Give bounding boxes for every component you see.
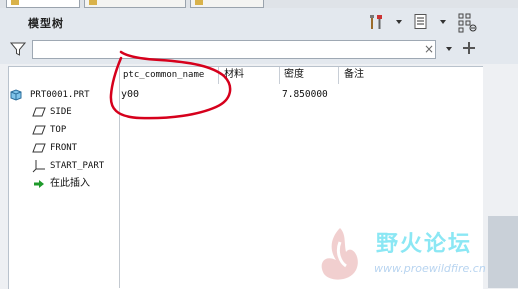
datum-plane-icon: [32, 107, 46, 117]
scrollbar-region[interactable]: [488, 216, 518, 288]
tree-item-top[interactable]: TOP: [32, 122, 118, 138]
tree-item-front[interactable]: FRONT: [32, 140, 118, 156]
part-icon: [10, 89, 22, 101]
settings-icon[interactable]: [368, 13, 386, 31]
column-separator[interactable]: [218, 67, 219, 84]
tree-filter-icon[interactable]: [458, 13, 477, 33]
watermark-logo: [321, 228, 358, 280]
show-icon[interactable]: [412, 13, 430, 31]
tree-item-side[interactable]: SIDE: [32, 104, 118, 120]
favorites-icon: [195, 0, 203, 5]
column-header-common-name[interactable]: ptc_common_name: [123, 66, 215, 84]
search-dropdown-arrow[interactable]: [446, 47, 452, 51]
tree-item-label: PRT0001.PRT: [30, 90, 90, 100]
cell-common-name[interactable]: y00: [121, 88, 139, 102]
tree-column-divider[interactable]: [119, 66, 120, 288]
add-column-icon[interactable]: [462, 41, 476, 55]
insert-here-icon: [34, 180, 44, 188]
tree-item-insert-here[interactable]: 在此插入: [32, 176, 118, 192]
column-header-density[interactable]: 密度: [284, 66, 334, 84]
settings-dropdown-arrow[interactable]: [396, 20, 402, 24]
datum-plane-icon: [32, 143, 46, 153]
tree-item-label: START_PART: [50, 161, 105, 171]
tree-item-label: 在此插入: [50, 178, 90, 189]
tree-item-root[interactable]: PRT0001.PRT: [10, 87, 118, 103]
watermark-text: 野火论坛: [376, 232, 473, 257]
tab-icon: [11, 0, 19, 5]
watermark-url: www.proewildfire.cn: [374, 262, 486, 275]
panel-title: 模型树: [28, 17, 64, 30]
column-header-notes[interactable]: 备注: [344, 66, 394, 84]
tree-item-start-part[interactable]: START_PART: [32, 158, 118, 174]
clear-search-icon[interactable]: ×: [424, 42, 434, 56]
tree-item-label: FRONT: [50, 143, 78, 153]
tree-item-label: TOP: [50, 125, 67, 135]
tab-favorites[interactable]: [190, 0, 264, 8]
datum-plane-icon: [32, 125, 46, 135]
column-header-material[interactable]: 材料: [224, 66, 274, 84]
column-separator[interactable]: [338, 67, 339, 84]
cell-density[interactable]: 7.850000: [282, 88, 328, 102]
tab-folder-browser[interactable]: [84, 0, 186, 8]
search-input[interactable]: [32, 40, 436, 59]
tab-strip: [0, 0, 518, 8]
filter-icon[interactable]: [9, 41, 27, 57]
column-separator[interactable]: [279, 67, 280, 84]
coordinate-system-icon: [32, 160, 45, 173]
show-dropdown-arrow[interactable]: [440, 20, 446, 24]
folder-icon: [89, 0, 97, 5]
tab-model-tree[interactable]: [6, 0, 80, 8]
tree-item-label: SIDE: [50, 107, 72, 117]
